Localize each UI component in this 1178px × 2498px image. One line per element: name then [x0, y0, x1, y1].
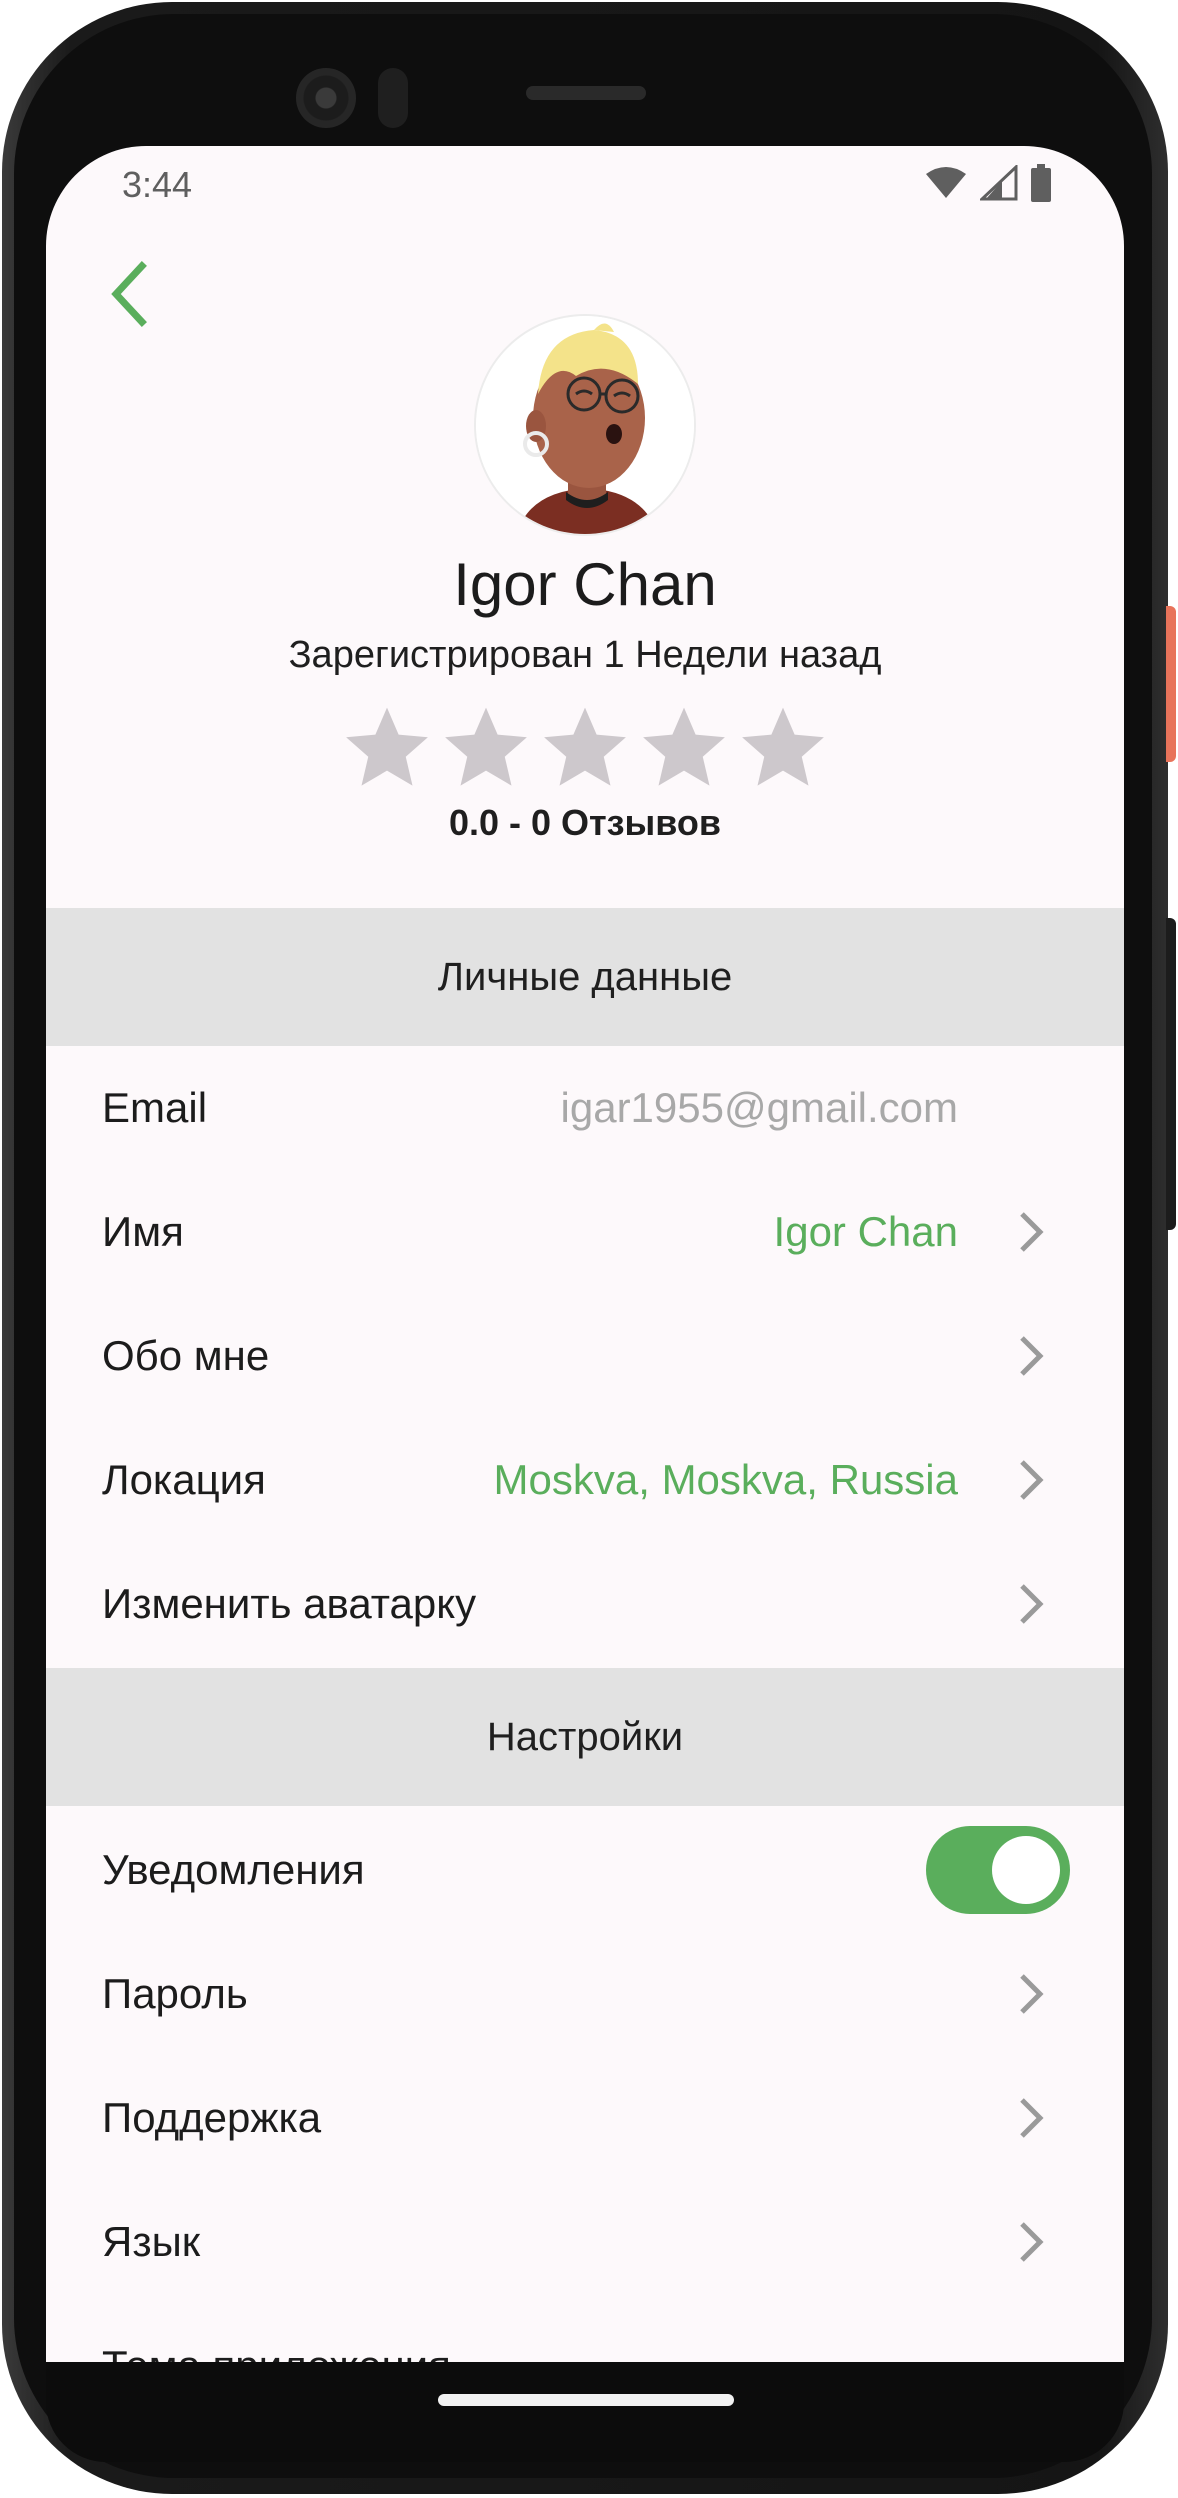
avatar-illustration — [476, 316, 694, 534]
power-button — [1166, 606, 1176, 762]
chevron-left-icon — [111, 261, 147, 327]
profile-name: Igor Chan — [453, 551, 717, 618]
rating-stars — [342, 702, 828, 792]
home-gesture-handle[interactable] — [438, 2394, 734, 2406]
row-location[interactable]: Локация Moskva, Moskva, Russia — [46, 1418, 1124, 1542]
chevron-right-icon — [1020, 1212, 1044, 1252]
row-name[interactable]: Имя Igor Chan — [46, 1170, 1124, 1294]
chevron-right-icon — [1020, 1584, 1044, 1624]
row-label: Изменить аватарку — [102, 1580, 477, 1627]
row-support[interactable]: Поддержка — [46, 2056, 1124, 2180]
name-value: Igor Chan — [773, 1208, 958, 1255]
toggle-knob — [992, 1836, 1060, 1904]
registration-date: Зарегистрирован 1 Недели назад — [288, 634, 882, 676]
volume-button — [1166, 918, 1176, 1230]
earpiece-speaker — [526, 86, 646, 100]
row-label: Обо мне — [102, 1332, 270, 1379]
star-icon[interactable] — [540, 702, 630, 792]
row-app-theme[interactable]: Тема приложения — [46, 2304, 1124, 2362]
chevron-right-icon — [1020, 1460, 1044, 1500]
signal-icon — [980, 165, 1018, 201]
status-time: 3:44 — [122, 164, 193, 205]
row-label: Пароль — [102, 1970, 248, 2017]
star-icon[interactable] — [342, 702, 432, 792]
star-icon[interactable] — [441, 702, 531, 792]
chevron-right-icon — [1020, 2098, 1044, 2138]
phone-device: 3:44 Igor Chan Зарегистрирован 1 Недели … — [0, 0, 1178, 2498]
row-label: Email — [102, 1084, 208, 1131]
chevron-right-icon — [1020, 1336, 1044, 1376]
proximity-sensor — [378, 68, 408, 128]
row-label: Имя — [102, 1208, 184, 1255]
row-label: Язык — [102, 2218, 201, 2265]
row-language[interactable]: Язык — [46, 2180, 1124, 2304]
star-icon[interactable] — [738, 702, 828, 792]
chevron-right-icon — [1020, 1974, 1044, 2014]
avatar[interactable] — [474, 314, 696, 536]
row-label: Поддержка — [102, 2094, 322, 2141]
row-notifications: Уведомления — [46, 1808, 1124, 1932]
location-value: Moskva, Moskva, Russia — [493, 1456, 958, 1503]
row-email: Email igar1955@gmail.com — [46, 1046, 1124, 1170]
battery-icon — [1031, 164, 1051, 202]
row-change-avatar[interactable]: Изменить аватарку — [46, 1542, 1124, 1666]
email-value: igar1955@gmail.com — [560, 1084, 958, 1131]
row-label: Уведомления — [102, 1846, 365, 1893]
row-about-me[interactable]: Обо мне — [46, 1294, 1124, 1418]
status-icons — [924, 164, 1052, 202]
front-camera — [296, 68, 356, 128]
back-button[interactable] — [102, 254, 158, 334]
section-header-settings: Настройки — [46, 1668, 1124, 1806]
section-header-personal: Личные данные — [46, 908, 1124, 1046]
row-password[interactable]: Пароль — [46, 1932, 1124, 2056]
rating-summary: 0.0 - 0 Отзывов — [448, 802, 722, 843]
system-nav-bar — [46, 2362, 1124, 2462]
chevron-right-icon — [1020, 2222, 1044, 2262]
app-screen: 3:44 Igor Chan Зарегистрирован 1 Недели … — [46, 146, 1124, 2362]
row-label: Тема приложения — [102, 2342, 451, 2362]
row-label: Локация — [102, 1456, 266, 1503]
notifications-toggle[interactable] — [926, 1826, 1070, 1914]
wifi-icon — [926, 167, 966, 198]
star-icon[interactable] — [639, 702, 729, 792]
